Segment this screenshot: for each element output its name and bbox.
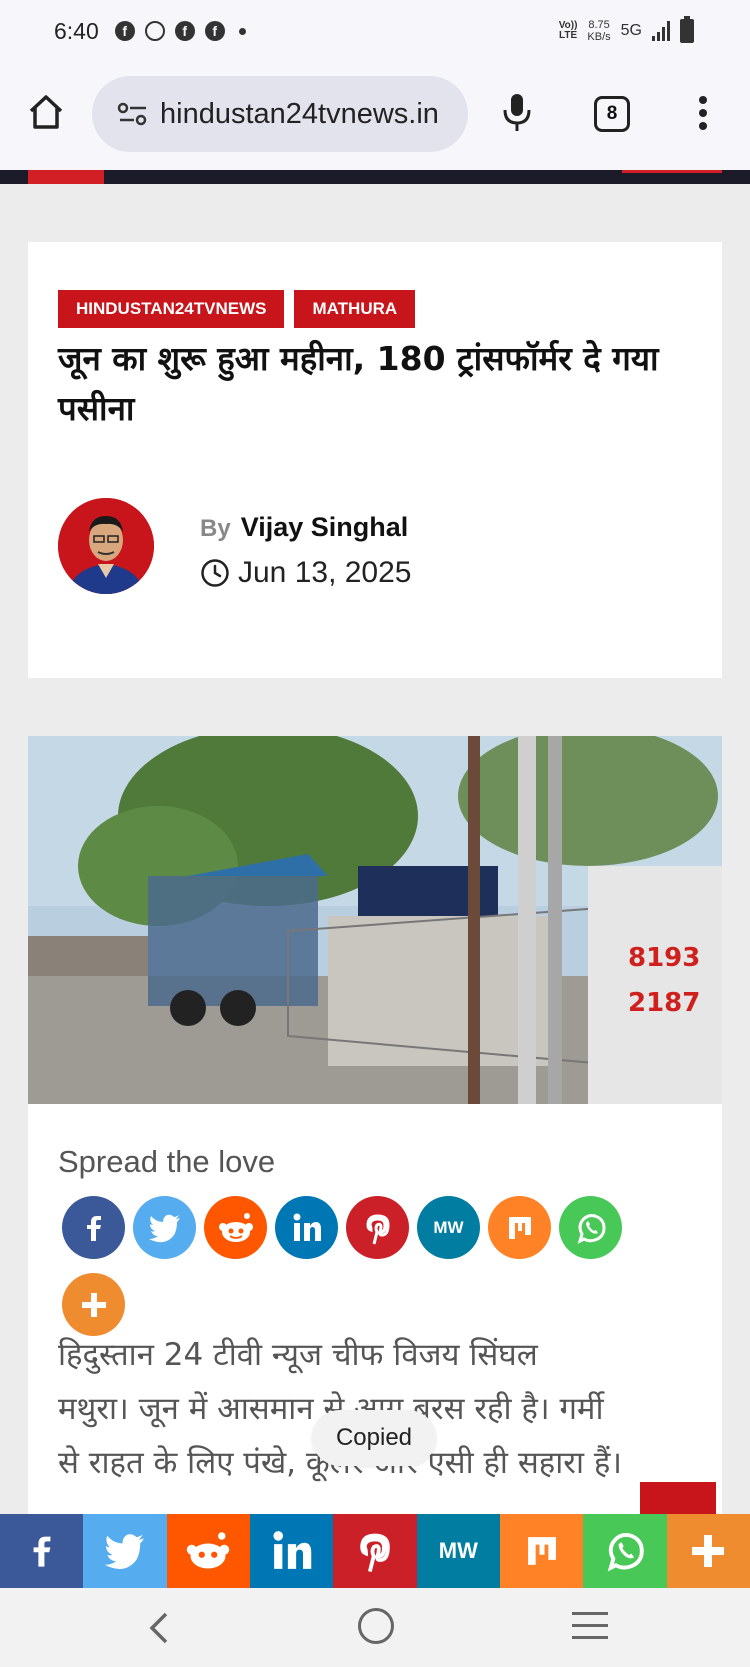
mewe-icon: MW <box>433 1217 464 1237</box>
linkedin-icon <box>273 1531 311 1569</box>
copied-toast: Copied <box>312 1410 436 1466</box>
sticky-share-facebook[interactable] <box>0 1514 84 1588</box>
article-header-card: HINDUSTAN24TVNEWS MATHURA जून का शुरू हु… <box>28 242 722 678</box>
system-navigation-bar <box>0 1588 750 1667</box>
share-mix-button[interactable] <box>488 1196 551 1259</box>
facebook-notification-icon: f <box>204 21 225 41</box>
nav-recents-button[interactable] <box>572 1612 608 1642</box>
plus-icon <box>81 1292 106 1317</box>
microphone-icon <box>503 94 531 131</box>
tab-switcher-button[interactable]: 8 <box>594 96 630 132</box>
url-text: hindustan24tvnews.in <box>160 97 439 130</box>
sticky-share-bar: MW <box>0 1514 750 1588</box>
status-time: 6:40 <box>54 17 99 44</box>
pinterest-icon <box>360 1533 390 1573</box>
site-header-accent <box>28 170 104 184</box>
whatsapp-icon <box>607 1532 644 1572</box>
pinterest-icon <box>365 1213 390 1244</box>
linkedin-icon <box>293 1213 321 1241</box>
reddit-icon <box>187 1532 230 1569</box>
home-icon <box>29 95 63 129</box>
network-speed-value: 8.75 <box>588 19 610 31</box>
share-facebook-button[interactable] <box>62 1196 125 1259</box>
site-header-accent <box>622 170 722 173</box>
site-settings-icon[interactable] <box>116 101 150 127</box>
sticky-share-more[interactable] <box>666 1514 750 1588</box>
reddit-icon <box>218 1212 253 1242</box>
network-type: 5G <box>620 22 642 39</box>
clock-icon <box>201 559 229 587</box>
mewe-icon: MW <box>438 1538 478 1563</box>
facebook-notification-icon: f <box>114 21 135 41</box>
plus-icon <box>692 1535 725 1567</box>
share-mewe-button[interactable]: MW <box>417 1196 480 1259</box>
facebook-icon <box>33 1536 51 1567</box>
network-speed-unit: KB/s <box>587 31 611 43</box>
status-bar: 6:40 f f f Vo)) LTE 8.75 KB/s 5G <box>0 0 750 62</box>
nav-home-button[interactable] <box>358 1608 394 1644</box>
mix-icon <box>508 1216 531 1239</box>
share-buttons: MW <box>62 1196 662 1336</box>
category-badge-mathura[interactable]: MATHURA <box>294 290 416 328</box>
network-speed: 8.75 KB/s <box>587 19 610 43</box>
byline: By Vijay Singhal <box>200 512 408 543</box>
author-name-link[interactable]: Vijay Singhal <box>241 512 409 543</box>
share-pinterest-button[interactable] <box>346 1196 409 1259</box>
sticky-share-mix[interactable] <box>499 1514 584 1588</box>
author-photo <box>58 498 154 594</box>
facebook-icon <box>86 1215 101 1241</box>
whatsapp-notification-icon <box>144 21 165 41</box>
share-twitter-button[interactable] <box>133 1196 196 1259</box>
svg-text:2187: 2187 <box>628 988 700 1018</box>
scroll-to-top-button[interactable] <box>640 1482 716 1514</box>
share-linkedin-button[interactable] <box>275 1196 338 1259</box>
author-avatar[interactable] <box>58 498 154 594</box>
sticky-share-mewe[interactable]: MW <box>416 1514 500 1588</box>
home-button[interactable] <box>26 92 66 132</box>
article-featured-image[interactable]: 8193 2187 <box>28 736 722 1104</box>
category-badges: HINDUSTAN24TVNEWS MATHURA <box>58 290 416 328</box>
signal-icon <box>652 21 670 41</box>
share-more-button[interactable] <box>62 1273 125 1336</box>
back-chevron-icon <box>149 1612 168 1644</box>
publish-date: Jun 13, 2025 <box>200 556 411 590</box>
category-badge-hindustan24tvnews[interactable]: HINDUSTAN24TVNEWS <box>58 290 285 328</box>
volte-bottom: LTE <box>558 30 578 41</box>
browser-menu-button[interactable] <box>696 96 710 134</box>
whatsapp-icon <box>577 1213 606 1244</box>
sticky-share-whatsapp[interactable] <box>583 1514 667 1588</box>
nav-back-button[interactable] <box>140 1608 180 1648</box>
volte-indicator: Vo)) LTE <box>559 21 578 41</box>
transformer-street-photo: 8193 2187 <box>28 736 722 1104</box>
battery-icon <box>680 16 694 43</box>
notification-icons: f f f <box>114 21 246 41</box>
system-status-icons: Vo)) LTE 8.75 KB/s 5G <box>559 16 694 43</box>
address-bar[interactable]: hindustan24tvnews.in <box>92 76 468 152</box>
browser-toolbar: hindustan24tvnews.in 8 <box>0 62 750 170</box>
twitter-icon <box>104 1534 144 1569</box>
article-headline: जून का शुरू हुआ महीना, 180 ट्रांसफॉर्मर … <box>58 339 659 428</box>
sticky-share-twitter[interactable] <box>83 1514 167 1588</box>
twitter-icon <box>148 1214 180 1242</box>
share-reddit-button[interactable] <box>204 1196 267 1259</box>
voice-search-button[interactable] <box>500 92 534 132</box>
body-line: हिदुस्तान 24 टीवी न्यूज चीफ विजय सिंघल <box>58 1337 538 1373</box>
publish-date-text: Jun 13, 2025 <box>238 556 412 589</box>
more-notifications-dot-icon <box>238 27 246 35</box>
sticky-share-pinterest[interactable] <box>333 1514 417 1588</box>
svg-text:8193: 8193 <box>628 943 700 973</box>
by-label: By <box>200 515 231 542</box>
share-whatsapp-button[interactable] <box>559 1196 622 1259</box>
sticky-share-linkedin[interactable] <box>249 1514 334 1588</box>
sticky-share-reddit[interactable] <box>166 1514 250 1588</box>
mix-icon <box>527 1537 556 1565</box>
share-section-title: Spread the love <box>58 1144 276 1179</box>
facebook-notification-icon: f <box>174 21 195 41</box>
